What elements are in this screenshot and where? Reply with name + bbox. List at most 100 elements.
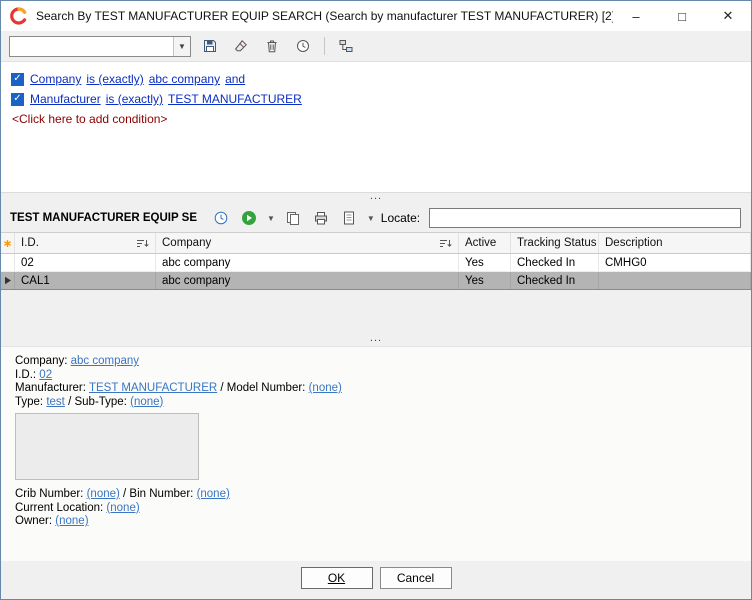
detail-company-line: Company: abc company [15, 355, 739, 369]
locate-input[interactable] [429, 208, 741, 228]
item-image-placeholder [15, 413, 199, 480]
results-details-splitter[interactable]: ... [1, 335, 751, 346]
cell-company: abc company [156, 254, 459, 271]
manufacturer-label: Manufacturer: [15, 382, 86, 394]
clock-icon [213, 210, 229, 226]
locate-label: Locate: [381, 211, 420, 225]
row-selector-cell [1, 272, 15, 289]
condition-value-link[interactable]: abc company [149, 72, 220, 86]
condition-checkbox[interactable] [11, 93, 24, 106]
column-header-description[interactable]: Description [599, 233, 751, 253]
model-number-link[interactable]: (none) [309, 382, 342, 394]
schedule-button[interactable] [209, 206, 233, 230]
grid-header-row: I.D. Company Active Tracking [1, 232, 751, 254]
hierarchy-icon [338, 38, 354, 54]
cell-tracking-status: Checked In [511, 254, 599, 271]
table-row[interactable]: CAL1 abc company Yes Checked In [1, 272, 751, 290]
title-bar: Search By TEST MANUFACTURER EQUIP SEARCH… [1, 1, 751, 31]
toolbar-separator [324, 37, 325, 55]
save-search-button[interactable] [198, 34, 222, 58]
export-icon [341, 210, 357, 226]
condition-conjunction-link[interactable]: and [225, 72, 245, 86]
search-toolbar: ▼ [1, 31, 751, 61]
id-link[interactable]: 02 [39, 369, 52, 381]
sort-icon [439, 238, 452, 249]
ok-button[interactable]: OK [301, 567, 373, 589]
subtype-link[interactable]: (none) [130, 396, 163, 408]
clock-icon [295, 38, 311, 54]
bin-number-label: / Bin Number: [123, 488, 193, 500]
results-title: TEST MANUFACTURER EQUIP SE [10, 212, 197, 224]
minimize-button[interactable]: – [613, 1, 659, 31]
condition-checkbox[interactable] [11, 73, 24, 86]
equip-search-dialog: Search By TEST MANUFACTURER EQUIP SEARCH… [0, 0, 752, 600]
company-label: Company: [15, 355, 67, 367]
condition-operator-link[interactable]: is (exactly) [106, 92, 163, 106]
cell-active: Yes [459, 254, 511, 271]
company-link[interactable]: abc company [71, 355, 139, 367]
run-search-button[interactable] [237, 206, 261, 230]
select-all-cell[interactable] [1, 233, 15, 253]
maximize-button[interactable]: □ [659, 1, 705, 31]
close-button[interactable]: ✕ [705, 1, 751, 31]
column-header-label: Active [465, 237, 496, 249]
detail-type-line: Type: test / Sub-Type: (none) [15, 396, 739, 410]
row-selector-cell [1, 254, 15, 271]
crib-number-link[interactable]: (none) [87, 488, 120, 500]
column-header-id[interactable]: I.D. [15, 233, 156, 253]
column-header-label: Description [605, 237, 663, 249]
hierarchy-button[interactable] [334, 34, 358, 58]
column-header-label: Company [162, 237, 211, 249]
model-number-label: / Model Number: [220, 382, 305, 394]
saved-search-combo[interactable]: ▼ [9, 36, 191, 57]
eraser-icon [233, 38, 249, 54]
app-logo-icon [10, 7, 28, 25]
clear-search-button[interactable] [229, 34, 253, 58]
condition-row: Company is (exactly) abc company and [11, 69, 741, 89]
chevron-down-icon[interactable]: ▼ [173, 37, 190, 56]
export-options-chevron-icon[interactable]: ▼ [365, 214, 377, 223]
current-row-arrow-icon [4, 276, 12, 285]
cell-id: 02 [15, 254, 156, 271]
history-button[interactable] [291, 34, 315, 58]
owner-link[interactable]: (none) [55, 515, 88, 527]
run-options-chevron-icon[interactable]: ▼ [265, 214, 277, 223]
copy-icon [285, 210, 301, 226]
bin-number-link[interactable]: (none) [197, 488, 230, 500]
current-location-link[interactable]: (none) [106, 502, 139, 514]
row-marker-icon [3, 239, 12, 248]
condition-value-link[interactable]: TEST MANUFACTURER [168, 92, 302, 106]
current-location-label: Current Location: [15, 502, 103, 514]
condition-operator-link[interactable]: is (exactly) [86, 72, 143, 86]
printer-icon [313, 210, 329, 226]
table-row[interactable]: 02 abc company Yes Checked In CMHG0 [1, 254, 751, 272]
column-header-company[interactable]: Company [156, 233, 459, 253]
detail-manufacturer-line: Manufacturer: TEST MANUFACTURER / Model … [15, 382, 739, 396]
column-header-tracking-status[interactable]: Tracking Status [511, 233, 599, 253]
copy-results-button[interactable] [281, 206, 305, 230]
play-icon [241, 210, 257, 226]
delete-search-button[interactable] [260, 34, 284, 58]
conditions-panel: Company is (exactly) abc company and Man… [1, 61, 751, 193]
cell-company: abc company [156, 272, 459, 289]
cell-description: CMHG0 [599, 254, 751, 271]
condition-field-link[interactable]: Company [30, 72, 81, 86]
conditions-results-splitter[interactable]: ... [1, 193, 751, 204]
crib-number-label: Crib Number: [15, 488, 83, 500]
cancel-button[interactable]: Cancel [380, 567, 452, 589]
manufacturer-link[interactable]: TEST MANUFACTURER [89, 382, 217, 394]
ok-button-label: OK [328, 571, 345, 585]
type-link[interactable]: test [46, 396, 65, 408]
results-toolbar: TEST MANUFACTURER EQUIP SE ▼ [1, 204, 751, 232]
print-button[interactable] [309, 206, 333, 230]
dialog-footer: OK Cancel [1, 561, 751, 599]
condition-field-link[interactable]: Manufacturer [30, 92, 101, 106]
column-header-active[interactable]: Active [459, 233, 511, 253]
id-label: I.D.: [15, 369, 36, 381]
sort-icon [136, 238, 149, 249]
add-condition-link[interactable]: <Click here to add condition> [12, 112, 167, 126]
export-button[interactable] [337, 206, 361, 230]
cell-id: CAL1 [15, 272, 156, 289]
cancel-button-label: Cancel [397, 571, 434, 585]
owner-label: Owner: [15, 515, 52, 527]
